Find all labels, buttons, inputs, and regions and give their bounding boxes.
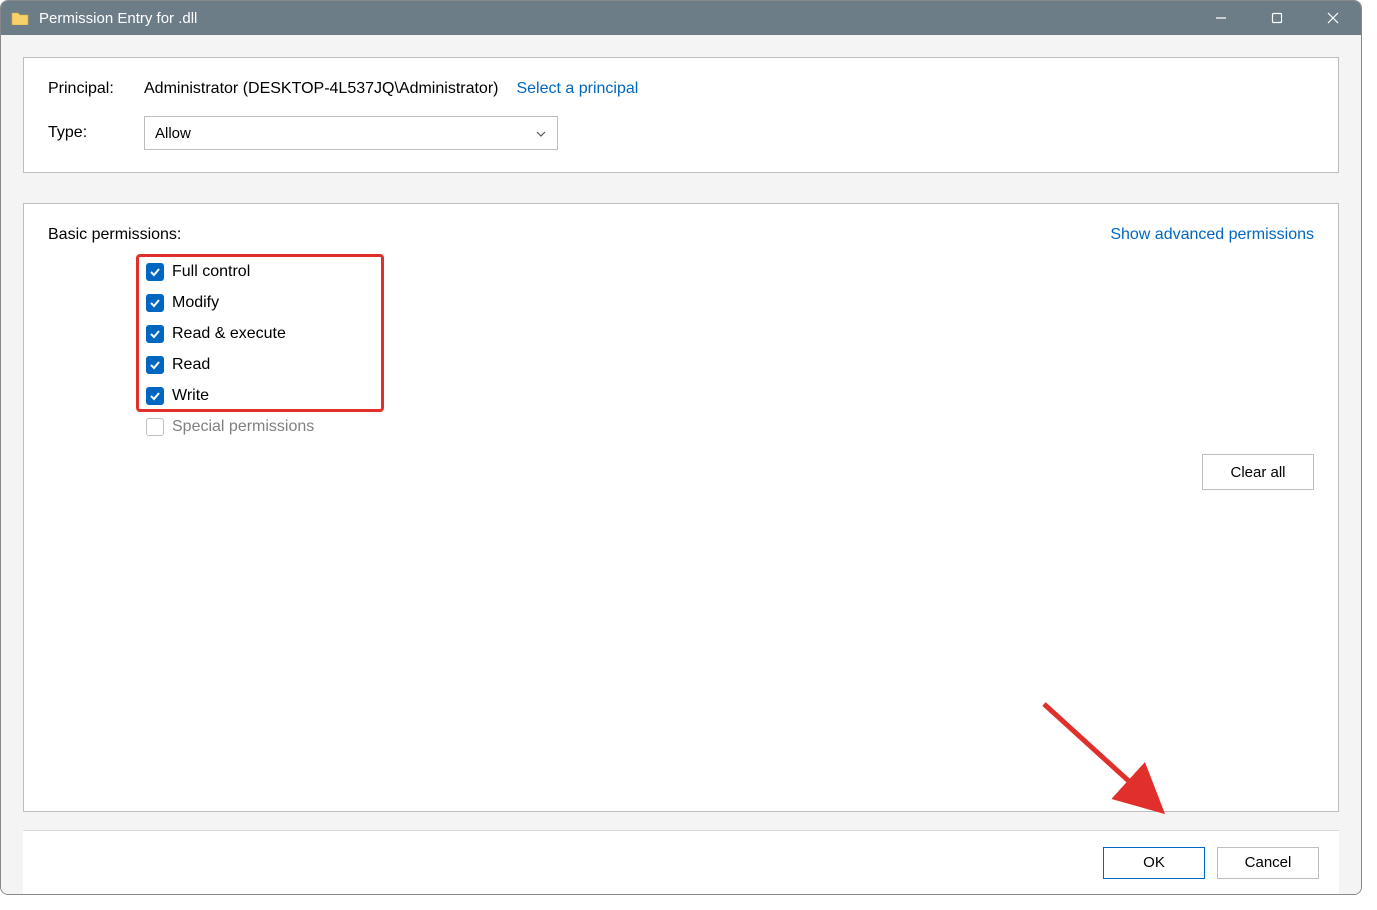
cancel-button[interactable]: Cancel (1217, 847, 1319, 879)
type-row: Type: Allow (48, 116, 1314, 150)
maximize-button[interactable] (1249, 1, 1305, 35)
dialog-footer: OK Cancel (23, 830, 1339, 894)
annotation-arrow (1034, 694, 1194, 824)
perm-special: Special permissions (136, 411, 314, 442)
perm-read[interactable]: Read (136, 349, 314, 380)
titlebar: Permission Entry for .dll (1, 1, 1361, 35)
checkbox-disabled-icon (146, 418, 164, 436)
perm-label: Read (172, 356, 210, 374)
perm-label: Read & execute (172, 325, 286, 343)
perm-write[interactable]: Write (136, 380, 314, 411)
principal-type-panel: Principal: Administrator (DESKTOP-4L537J… (23, 57, 1339, 173)
type-select[interactable]: Allow (144, 116, 558, 150)
type-selected-value: Allow (155, 125, 191, 142)
client-area: Principal: Administrator (DESKTOP-4L537J… (1, 35, 1361, 894)
clear-all-button[interactable]: Clear all (1202, 454, 1314, 490)
folder-icon (11, 11, 29, 25)
perm-label: Full control (172, 263, 250, 281)
perm-modify[interactable]: Modify (136, 287, 314, 318)
basic-permissions-title: Basic permissions: (48, 226, 181, 244)
permission-entry-window: Permission Entry for .dll Principal: Adm… (0, 0, 1362, 895)
principal-row: Principal: Administrator (DESKTOP-4L537J… (48, 80, 1314, 98)
checkbox-checked-icon (146, 263, 164, 281)
checkbox-checked-icon (146, 325, 164, 343)
chevron-down-icon (535, 127, 547, 139)
permissions-panel: Basic permissions: Show advanced permiss… (23, 203, 1339, 812)
minimize-button[interactable] (1193, 1, 1249, 35)
checkbox-checked-icon (146, 356, 164, 374)
window-title: Permission Entry for .dll (39, 10, 197, 27)
type-label: Type: (48, 124, 144, 142)
close-button[interactable] (1305, 1, 1361, 35)
checkbox-checked-icon (146, 387, 164, 405)
perm-read-execute[interactable]: Read & execute (136, 318, 314, 349)
perm-label: Special permissions (172, 418, 314, 436)
perm-full-control[interactable]: Full control (136, 256, 314, 287)
permissions-header: Basic permissions: Show advanced permiss… (48, 226, 1314, 244)
principal-value: Administrator (DESKTOP-4L537JQ\Administr… (144, 80, 498, 98)
select-principal-link[interactable]: Select a principal (516, 80, 638, 98)
perm-label: Write (172, 387, 209, 405)
perm-label: Modify (172, 294, 219, 312)
principal-label: Principal: (48, 80, 144, 98)
permissions-list: Full control Modify Read & execute (136, 256, 314, 442)
ok-button[interactable]: OK (1103, 847, 1205, 879)
show-advanced-link[interactable]: Show advanced permissions (1110, 226, 1314, 244)
checkbox-checked-icon (146, 294, 164, 312)
